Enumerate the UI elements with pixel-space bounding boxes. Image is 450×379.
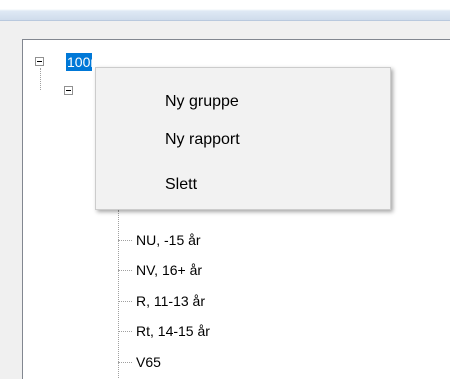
collapse-minus-icon[interactable]	[35, 57, 44, 66]
menu-item-ny-rapport[interactable]: Ny rapport	[165, 130, 240, 150]
tree-connector-line	[118, 240, 132, 241]
tree-connector-line	[118, 210, 119, 378]
tree-connector-line	[118, 362, 132, 363]
window-title-bar	[0, 0, 450, 21]
menu-item-ny-gruppe[interactable]: Ny gruppe	[165, 92, 239, 112]
tree-item[interactable]: NV, 16+ år	[136, 261, 202, 279]
context-menu: Ny gruppe Ny rapport Slett	[95, 67, 391, 210]
tree-connector-line	[118, 301, 132, 302]
tree-connector-line	[40, 68, 41, 90]
tree-connector-line	[118, 270, 132, 271]
tree-item[interactable]: NU, -15 år	[136, 231, 201, 249]
menu-item-slett[interactable]: Slett	[165, 175, 197, 195]
tree-connector-line	[118, 331, 132, 332]
tree-item[interactable]: R, 11-13 år	[136, 292, 205, 310]
tree-item[interactable]: V65	[136, 353, 161, 371]
collapse-minus-icon[interactable]	[64, 86, 73, 95]
tree-item[interactable]: Rt, 14-15 år	[136, 322, 210, 340]
tree-root-label[interactable]: 100m	[66, 53, 92, 71]
